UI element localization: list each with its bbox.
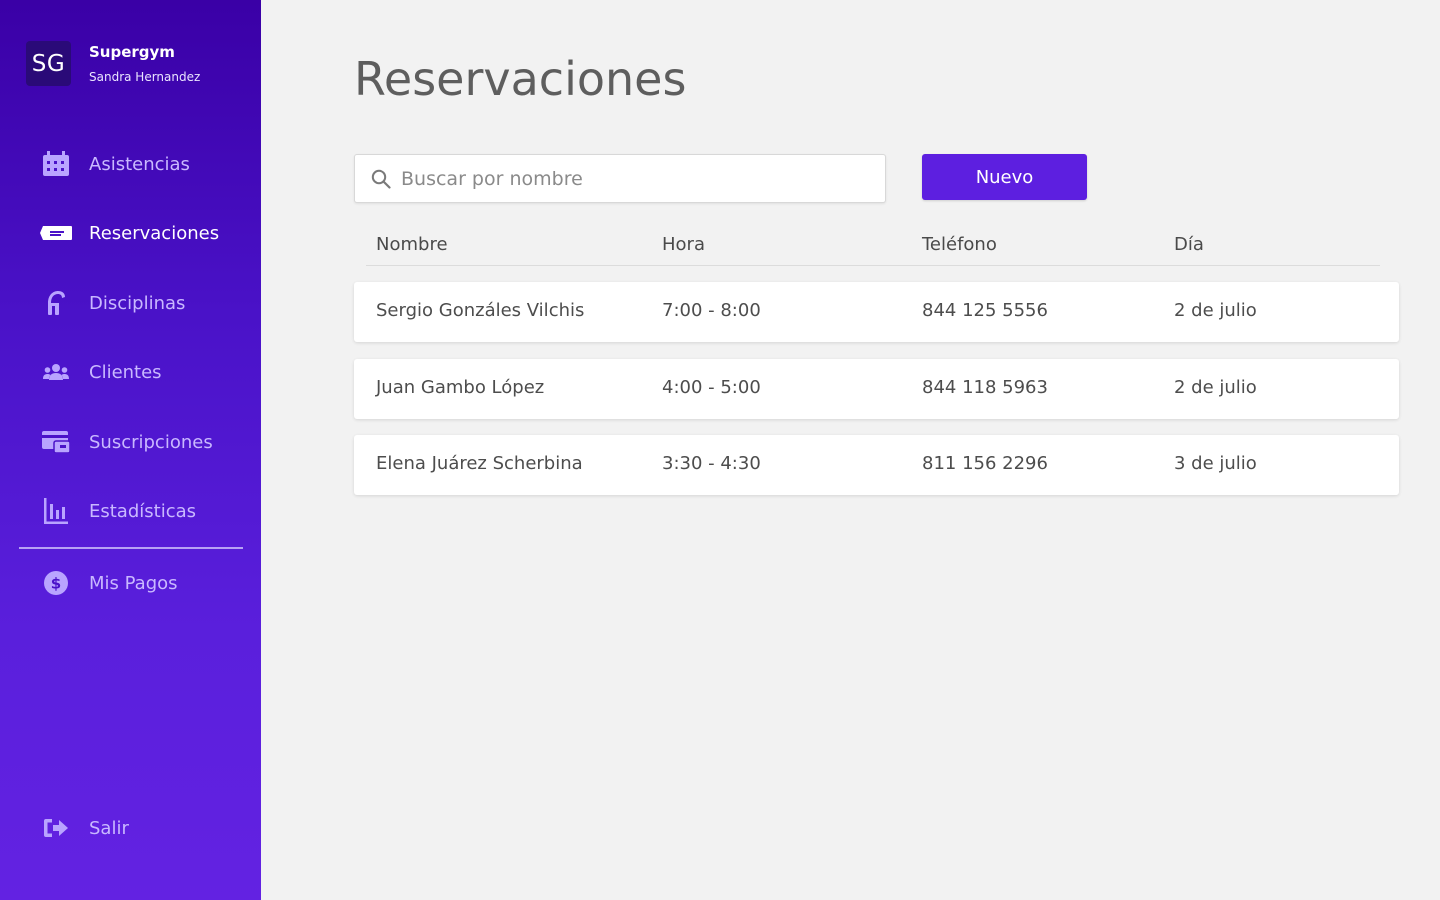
- ticket-icon: [38, 218, 74, 248]
- search-icon: [371, 169, 391, 189]
- brand-text: Supergym Sandra Hernandez: [89, 42, 200, 86]
- new-reservation-button[interactable]: Nuevo: [922, 154, 1087, 200]
- dollar-icon: $: [38, 568, 74, 598]
- search-input[interactable]: [401, 155, 871, 202]
- table-row[interactable]: Sergio Gonzáles Vilchis 7:00 - 8:00 844 …: [354, 282, 1399, 342]
- sidebar-item-label: Asistencias: [89, 153, 190, 175]
- cell-telefono: 811 156 2296: [922, 453, 1048, 474]
- search-box[interactable]: [354, 154, 886, 203]
- column-header-telefono: Teléfono: [922, 234, 997, 255]
- cell-dia: 2 de julio: [1174, 300, 1257, 321]
- column-header-dia: Día: [1174, 234, 1204, 255]
- sidebar-item-mis-pagos[interactable]: $ Mis Pagos: [0, 563, 261, 603]
- sidebar: SG Supergym Sandra Hernandez Asistencias: [0, 0, 261, 900]
- column-header-hora: Hora: [662, 234, 705, 255]
- logout-button[interactable]: Salir: [0, 808, 261, 848]
- sidebar-item-label: Estadísticas: [89, 500, 197, 522]
- sidebar-item-label: Disciplinas: [89, 292, 186, 314]
- sidebar-item-label: Reservaciones: [89, 222, 220, 244]
- cell-nombre: Sergio Gonzáles Vilchis: [376, 300, 585, 321]
- sidebar-item-disciplinas[interactable]: Disciplinas: [0, 283, 261, 323]
- calendar-icon: [38, 149, 74, 179]
- cell-hora: 4:00 - 5:00: [662, 377, 761, 398]
- yoga-icon: [38, 288, 74, 318]
- sidebar-item-label: Suscripciones: [89, 431, 213, 453]
- logout-icon: [38, 813, 74, 843]
- brand-logo: SG: [26, 41, 71, 86]
- cell-dia: 3 de julio: [1174, 453, 1257, 474]
- sidebar-item-asistencias[interactable]: Asistencias: [0, 144, 261, 184]
- logout-label: Salir: [89, 817, 129, 839]
- cell-dia: 2 de julio: [1174, 377, 1257, 398]
- sidebar-item-label: Mis Pagos: [89, 572, 178, 594]
- cell-nombre: Elena Juárez Scherbina: [376, 453, 583, 474]
- sidebar-divider: [19, 547, 243, 549]
- table-row[interactable]: Juan Gambo López 4:00 - 5:00 844 118 596…: [354, 359, 1399, 419]
- column-header-nombre: Nombre: [376, 234, 448, 255]
- bar-chart-icon: [38, 496, 74, 526]
- brand: SG Supergym Sandra Hernandez: [26, 41, 200, 86]
- sidebar-item-clientes[interactable]: Clientes: [0, 352, 261, 392]
- sidebar-item-estadisticas[interactable]: Estadísticas: [0, 491, 261, 531]
- page-title: Reservaciones: [354, 52, 687, 106]
- svg-text:$: $: [51, 575, 61, 593]
- brand-name: Supergym: [89, 42, 175, 61]
- users-icon: [38, 357, 74, 387]
- sidebar-item-suscripciones[interactable]: Suscripciones: [0, 422, 261, 462]
- user-name: Sandra Hernandez: [89, 69, 201, 84]
- cell-hora: 7:00 - 8:00: [662, 300, 761, 321]
- cell-telefono: 844 125 5556: [922, 300, 1048, 321]
- cell-nombre: Juan Gambo López: [376, 377, 545, 398]
- cell-hora: 3:30 - 4:30: [662, 453, 761, 474]
- card-icon: [38, 427, 74, 457]
- table-header: Nombre Hora Teléfono Día: [366, 228, 1380, 266]
- sidebar-item-label: Clientes: [89, 361, 162, 383]
- sidebar-item-reservaciones[interactable]: Reservaciones: [0, 213, 261, 253]
- cell-telefono: 844 118 5963: [922, 377, 1048, 398]
- table-row[interactable]: Elena Juárez Scherbina 3:30 - 4:30 811 1…: [354, 435, 1399, 495]
